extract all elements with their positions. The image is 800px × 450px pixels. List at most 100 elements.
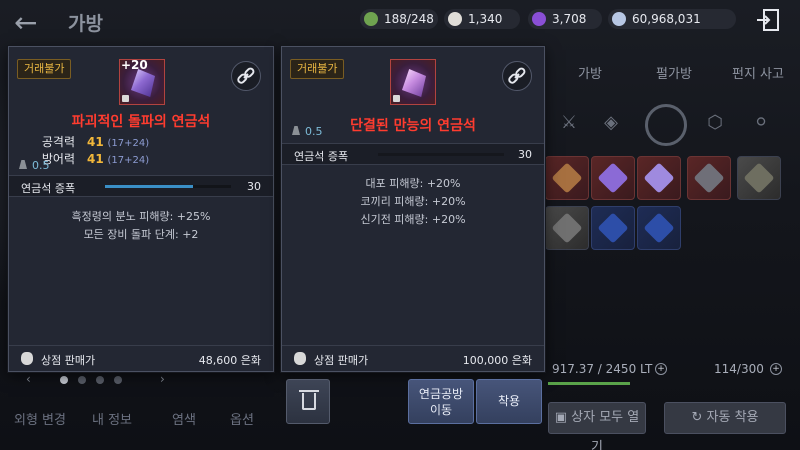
weight-bar	[548, 382, 630, 385]
go-to-alchemy-workshop-button[interactable]: 연금공방 이동	[408, 379, 474, 424]
swords-icon[interactable]: ⚔	[556, 110, 582, 136]
inventory-slot-count: 114/300	[714, 362, 764, 376]
stat-attack-label: 공격력	[41, 135, 75, 149]
amplification-bar	[105, 185, 231, 188]
link-button[interactable]	[231, 61, 261, 91]
currency-pearl: 1,340	[444, 9, 520, 29]
inventory-slot[interactable]	[545, 156, 589, 200]
sell-price-value: 48,600 은화	[198, 354, 261, 367]
money-bag-icon	[294, 352, 306, 365]
page-title: 가방	[68, 13, 103, 35]
pearl-icon	[448, 12, 462, 26]
item-tooltip-card-2: 거래불가 단결된 만능의 연금석 0.5 연금석 증폭 30 대포 피해량: +…	[281, 46, 545, 372]
potion-icon[interactable]: ⚪	[748, 110, 774, 136]
armor-icon[interactable]: ◈	[598, 110, 624, 136]
currency-orb-value: 3,708	[552, 12, 587, 26]
currency-energy: 188/248	[360, 9, 438, 29]
item-weight: 0.5	[292, 125, 323, 138]
chain-link-icon	[237, 67, 255, 84]
sell-price-value: 100,000 은화	[462, 354, 532, 367]
workshop-label-line2: 이동	[429, 403, 453, 417]
currency-orb: 3,708	[528, 9, 602, 29]
effect-line: 모든 장비 돌파 단계: +2	[83, 228, 199, 241]
weight-icon	[292, 126, 300, 135]
stat-defense-value: 41	[87, 152, 104, 166]
amplification-bar	[378, 153, 504, 156]
tab-my-info[interactable]: 내 정보	[92, 409, 132, 428]
crystal-icon[interactable]: ⬡	[702, 110, 728, 136]
currency-silver-value: 60,968,031	[632, 12, 701, 26]
amplification-value: 30	[518, 148, 532, 161]
money-bag-icon	[21, 352, 33, 365]
tab-dye[interactable]: 염색	[172, 409, 196, 428]
inventory-slot[interactable]	[737, 156, 781, 200]
plus-icon[interactable]: +	[770, 363, 782, 375]
workshop-label-line1: 연금공방	[418, 387, 464, 401]
item-weight-value: 0.5	[32, 159, 50, 172]
inventory-slot[interactable]	[591, 156, 635, 200]
stat-attack: 공격력 41 (17+24)	[0, 133, 149, 150]
effect-line: 대포 피해량: +20%	[365, 177, 461, 190]
exit-door-icon[interactable]	[755, 8, 781, 32]
alchemy-stone-icon	[390, 59, 436, 105]
open-all-boxes-button[interactable]: ▣ 상자 모두 열기	[548, 402, 646, 450]
auto-equip-button[interactable]: ↻ 자동 착용	[664, 402, 786, 434]
effect-line: 흑정령의 분노 피해량: +25%	[71, 210, 211, 223]
tab-locked[interactable]: 펀지 사고	[716, 55, 800, 95]
equip-button[interactable]: 착용	[476, 379, 542, 424]
currency-pearl-value: 1,340	[468, 12, 503, 26]
amplification-row: 연금석 증폭 30	[9, 175, 273, 197]
trash-icon	[299, 390, 319, 392]
chain-link-icon	[508, 67, 526, 84]
currency-silver: 60,968,031	[608, 9, 736, 29]
item-weight-value: 0.5	[305, 125, 323, 138]
inventory-slot[interactable]	[591, 206, 635, 250]
inventory-slot[interactable]	[637, 156, 681, 200]
alchemy-stone-icon: +20	[119, 58, 165, 105]
sell-price-label: 상점 판매가	[41, 354, 96, 367]
link-button[interactable]	[502, 61, 532, 91]
tab-pearl-bag[interactable]: 펄가방	[632, 55, 716, 95]
inventory-weight: 917.37 / 2450 LT	[552, 362, 653, 376]
inventory-tabs: 가방 펄가방 펀지 사고	[548, 55, 800, 95]
pager-next-icon[interactable]: ›	[160, 372, 165, 386]
inventory-slot[interactable]	[545, 206, 589, 250]
untradable-badge: 거래불가	[290, 59, 345, 79]
ring-category-icon[interactable]	[645, 104, 687, 146]
inventory-slot[interactable]	[687, 156, 731, 200]
page-dots	[60, 376, 122, 384]
pager-prev-icon[interactable]: ‹	[26, 372, 31, 386]
tab-bag[interactable]: 가방	[548, 55, 632, 95]
inventory-slot[interactable]	[637, 206, 681, 250]
item-name: 파괴적인 돌파의 연금석	[71, 114, 211, 130]
stat-attack-value: 41	[87, 135, 104, 149]
box-icon: ▣	[554, 410, 568, 425]
sell-price-label: 상점 판매가	[314, 354, 369, 367]
plus-icon[interactable]: +	[655, 363, 667, 375]
back-arrow-icon[interactable]: ←	[14, 6, 37, 39]
refresh-icon: ↻	[691, 410, 703, 425]
stat-defense-detail: (17+24)	[107, 155, 150, 166]
untradable-badge: 거래불가	[17, 59, 72, 79]
weight-icon	[19, 160, 27, 169]
enhance-level: +20	[121, 58, 148, 72]
sell-price-row: 상점 판매가 48,600 은화	[9, 345, 273, 371]
effect-line: 신기전 피해량: +20%	[360, 213, 466, 226]
tab-options[interactable]: 옵션	[230, 409, 254, 428]
amplification-value: 30	[247, 180, 261, 193]
tab-appearance[interactable]: 외형 변경	[14, 409, 66, 428]
amplification-label: 연금석 증폭	[21, 182, 76, 195]
currency-energy-value: 188/248	[384, 12, 434, 26]
green-stone-icon	[364, 12, 378, 26]
sell-price-row: 상점 판매가 100,000 은화	[282, 345, 544, 371]
purple-orb-icon	[532, 12, 546, 26]
amplification-label: 연금석 증폭	[294, 150, 349, 163]
auto-equip-label: 자동 착용	[706, 410, 759, 425]
stat-attack-detail: (17+24)	[107, 138, 150, 149]
top-bar: ← 가방 188/248 1,340 3,708 60,968,031	[0, 0, 800, 42]
item-tooltip-card-1: 거래불가 +20 파괴적인 돌파의 연금석 공격력 41 (17+24) 방어력 4…	[8, 46, 274, 372]
effect-line: 코끼리 피해량: +20%	[360, 195, 466, 208]
silver-coin-icon	[612, 12, 626, 26]
discard-button[interactable]	[286, 379, 330, 424]
lock-icon	[122, 95, 129, 102]
